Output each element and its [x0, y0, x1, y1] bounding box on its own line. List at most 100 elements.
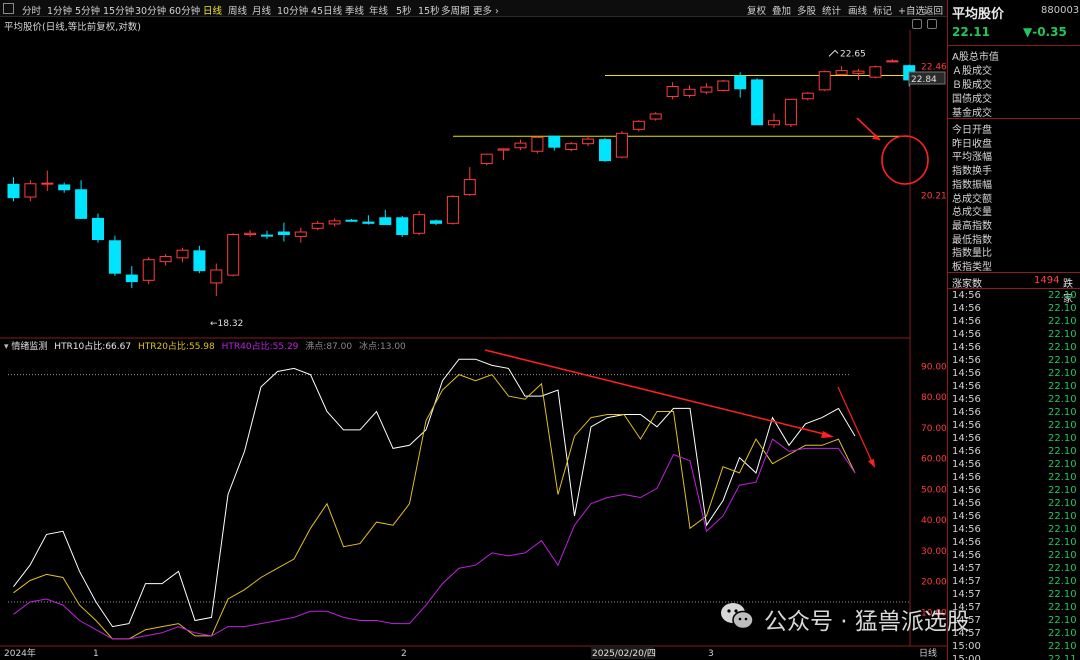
tick-price: 22.10	[1048, 550, 1077, 561]
tab-10[interactable]: 45日线	[311, 3, 342, 17]
boil-label: 沸点:	[305, 342, 327, 352]
htr20-label: HTR20占比:	[137, 342, 189, 352]
tool-3[interactable]: 统计	[822, 3, 841, 17]
menu-icon[interactable]	[3, 3, 14, 14]
tick-time: 14:56	[952, 446, 981, 457]
candle	[649, 112, 662, 121]
candle	[210, 263, 223, 296]
period-toolbar: 分时 1分钟 5分钟 15分钟 30分钟 60分钟 日线 周线 月线 10分钟 45日线 季线 年线 5秒…	[0, 0, 947, 17]
tab-6[interactable]: 日线	[203, 3, 222, 17]
indicator-legend: ▾ 情绪监测 HTR10占比:66.67 HTR20占比:55.98 HTR40…	[4, 339, 406, 352]
candle	[565, 141, 578, 152]
close-icon[interactable]	[927, 19, 937, 29]
tab-8[interactable]: 月线	[252, 3, 271, 17]
tick-time: 14:56	[952, 303, 981, 314]
tab-16[interactable]: 更多 ›	[473, 3, 499, 17]
indicator-toggle-icon[interactable]: ▾	[4, 342, 9, 352]
watermark-text: 公众号 · 猛兽派选股	[764, 609, 970, 635]
tick-time: 14:56	[952, 368, 981, 379]
tick-price: 22.10	[1048, 407, 1077, 418]
tool-6[interactable]: +自选	[898, 3, 925, 17]
tick-price: 22.10	[1048, 381, 1077, 392]
stat-label: A股总市值	[952, 52, 999, 63]
htr20-value: 55.98	[188, 342, 215, 352]
stat-label: 国债成交	[952, 94, 992, 105]
tab-0[interactable]: 分时	[22, 3, 41, 17]
stat-label: 基金成交	[952, 108, 992, 119]
candle	[92, 213, 104, 243]
tab-3[interactable]: 15分钟	[103, 3, 134, 17]
tick-price: 22.11	[1048, 654, 1077, 660]
candle	[7, 177, 20, 202]
tick-time: 14:56	[952, 420, 981, 431]
tick-price: 22.10	[1048, 589, 1077, 600]
tool-4[interactable]: 画线	[848, 3, 867, 17]
candle	[108, 235, 121, 276]
tick-price: 22.10	[1048, 472, 1077, 483]
candle	[768, 113, 780, 128]
arrow-head-icon	[821, 431, 834, 438]
tick-time: 14:56	[952, 459, 981, 470]
candle	[24, 180, 37, 202]
candle	[159, 254, 172, 266]
indicator-tick-label: 90.00	[921, 362, 947, 372]
tick-price: 22.10	[1048, 563, 1077, 574]
tick-price: 22.10	[1048, 368, 1077, 379]
tab-12[interactable]: 年线	[369, 3, 388, 17]
candle	[413, 211, 426, 236]
candle	[362, 215, 375, 225]
tick-price: 22.10	[1048, 342, 1077, 353]
settings-icon[interactable]	[912, 19, 922, 29]
tab-7[interactable]: 周线	[228, 3, 247, 17]
candle	[632, 120, 645, 132]
tick-time: 14:57	[952, 563, 981, 574]
tick-time: 14:57	[952, 576, 981, 587]
index-title: 平均股价	[952, 7, 1005, 22]
candle	[41, 170, 54, 191]
tab-1[interactable]: 1分钟	[47, 3, 72, 17]
candle	[497, 148, 510, 161]
tab-13[interactable]: 5秒	[396, 3, 412, 17]
htr40-value: 55.29	[272, 342, 299, 352]
indicator-tick-label: 30.00	[921, 547, 947, 557]
candle	[311, 220, 324, 231]
candle	[751, 78, 764, 126]
tab-9[interactable]: 10分钟	[277, 3, 308, 17]
tab-5[interactable]: 60分钟	[169, 3, 200, 17]
tab-15[interactable]: 多周期	[441, 3, 470, 17]
candle	[818, 70, 831, 91]
time-axis-label: 2	[401, 649, 407, 659]
tick-price: 22.10	[1048, 498, 1077, 509]
tick-time: 14:56	[952, 485, 981, 496]
tool-2[interactable]: 多股	[797, 3, 816, 17]
tool-0[interactable]: 复权	[747, 3, 766, 17]
candle	[886, 59, 899, 63]
tool-1[interactable]: 叠加	[772, 3, 791, 17]
tick-time: 14:56	[952, 316, 981, 327]
tick-price: 22.10	[1048, 576, 1077, 587]
candle	[379, 209, 392, 226]
quote-panel: 平均股价 880003 22.11 ▼-0.35 A股总市值 Ａ股成交 Ｂ股成交 国债…	[947, 0, 1080, 660]
arrow-head-icon	[872, 134, 880, 140]
high-annotation: 22.65	[840, 49, 866, 59]
tab-4[interactable]: 30分钟	[135, 3, 166, 17]
tab-2[interactable]: 5分钟	[75, 3, 100, 17]
tick-price: 22.10	[1048, 641, 1077, 652]
candle	[58, 182, 71, 193]
price-tick-label: 20.21	[921, 192, 947, 202]
tab-14[interactable]: 15秒	[418, 3, 440, 17]
tool-5[interactable]: 标记	[873, 3, 892, 17]
indicator-tick-label: 80.00	[921, 393, 947, 403]
tool-7[interactable]: 返回	[924, 3, 943, 17]
tick-time: 14:56	[952, 524, 981, 535]
trend-line-annotation	[484, 349, 825, 435]
tick-time: 14:56	[952, 433, 981, 444]
current-price-label: 22.84	[911, 75, 937, 85]
tick-price: 22.10	[1048, 420, 1077, 431]
divider	[948, 118, 1080, 119]
tick-price: 22.10	[1048, 485, 1077, 496]
htr40-label: HTR40占比:	[221, 342, 273, 352]
candle	[852, 68, 865, 80]
tab-11[interactable]: 季线	[345, 3, 364, 17]
htr10-label: HTR10占比:	[54, 342, 106, 352]
